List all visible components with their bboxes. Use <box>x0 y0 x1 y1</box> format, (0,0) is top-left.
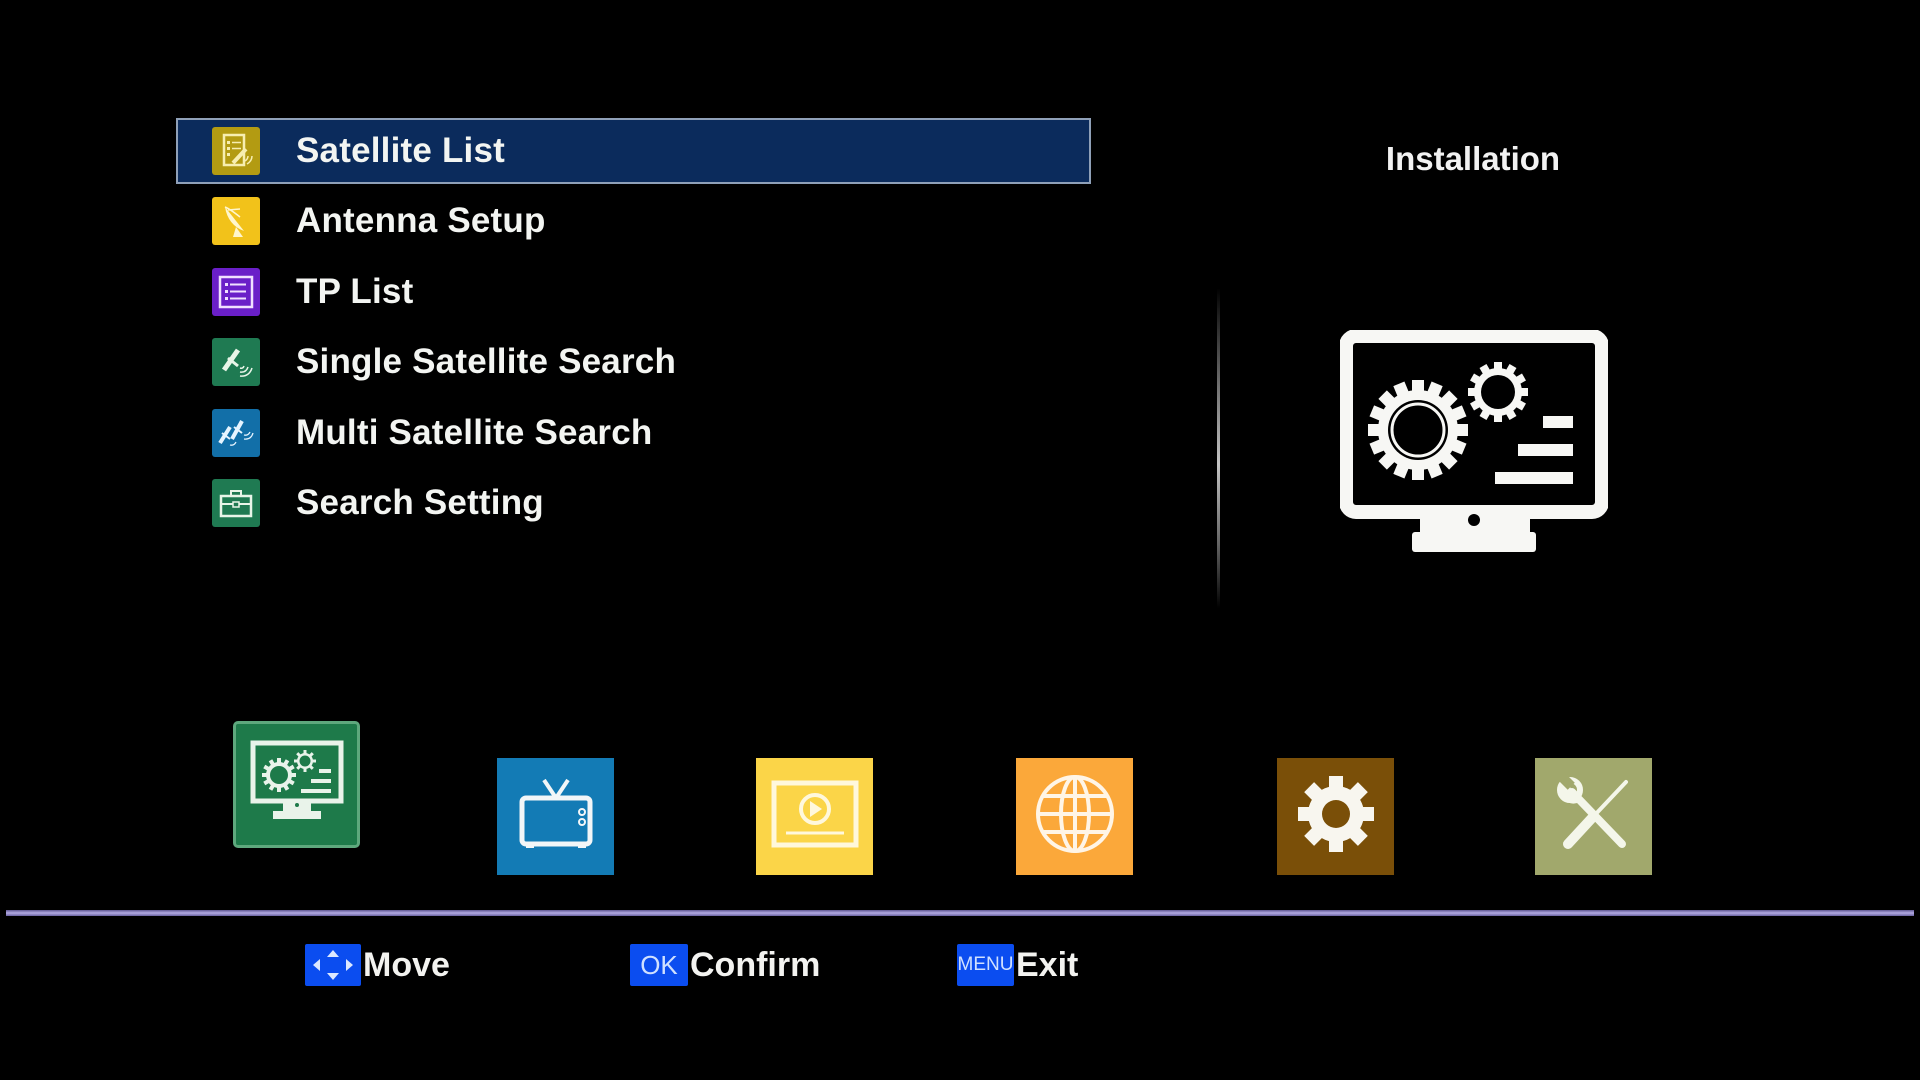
menu-item-label: TP List <box>296 272 414 311</box>
section-title: Installation <box>1385 140 1561 177</box>
menu-item-label: Single Satellite Search <box>296 342 677 381</box>
satellite-icon <box>212 338 260 386</box>
menu-item-multi-satellite-search[interactable]: Multi Satellite Search <box>176 400 1091 466</box>
list-icon <box>212 268 260 316</box>
category-system[interactable] <box>1277 758 1394 875</box>
video-play-icon <box>770 779 860 854</box>
menu-item-antenna-setup[interactable]: Antenna Setup <box>176 188 1091 254</box>
ok-key-badge: OK <box>630 944 688 986</box>
category-media[interactable] <box>756 758 873 875</box>
globe-icon <box>1034 773 1116 860</box>
satellite-dish-icon <box>212 197 260 245</box>
menu-item-tp-list[interactable]: TP List <box>176 259 1091 325</box>
menu-key-badge: MENU <box>957 944 1014 986</box>
hint-move-label: Move <box>363 945 450 984</box>
move-arrows-icon <box>305 944 361 986</box>
menu-item-search-setting[interactable]: Search Setting <box>176 470 1091 536</box>
menu-item-single-satellite-search[interactable]: Single Satellite Search <box>176 329 1091 395</box>
menu-item-label: Search Setting <box>296 483 544 522</box>
multi-satellite-icon <box>212 409 260 457</box>
hint-move: Move <box>305 944 450 986</box>
category-network[interactable] <box>1016 758 1133 875</box>
tv-icon <box>516 774 596 859</box>
footer-separator <box>6 910 1914 916</box>
satellite-list-icon <box>212 127 260 175</box>
category-tools[interactable] <box>1535 758 1652 875</box>
menu-item-label: Satellite List <box>296 131 505 170</box>
installation-menu-screen: Satellite List Antenna Setup TP List Sin… <box>0 0 1920 1080</box>
hint-confirm: OK Confirm <box>630 944 820 986</box>
monitor-gears-icon <box>249 739 345 830</box>
menu-item-label: Multi Satellite Search <box>296 413 653 452</box>
hint-exit-label: Exit <box>1016 945 1079 984</box>
vertical-divider <box>1217 288 1220 608</box>
monitor-gears-icon <box>1339 329 1609 566</box>
gear-icon <box>1296 774 1376 859</box>
category-tv[interactable] <box>497 758 614 875</box>
category-installation[interactable] <box>233 721 360 848</box>
menu-item-satellite-list[interactable]: Satellite List <box>176 118 1091 184</box>
tools-icon <box>1552 772 1636 861</box>
menu-item-label: Antenna Setup <box>296 201 546 240</box>
hint-confirm-label: Confirm <box>690 945 821 984</box>
hint-exit: MENU Exit <box>957 944 1078 986</box>
toolbox-icon <box>212 479 260 527</box>
